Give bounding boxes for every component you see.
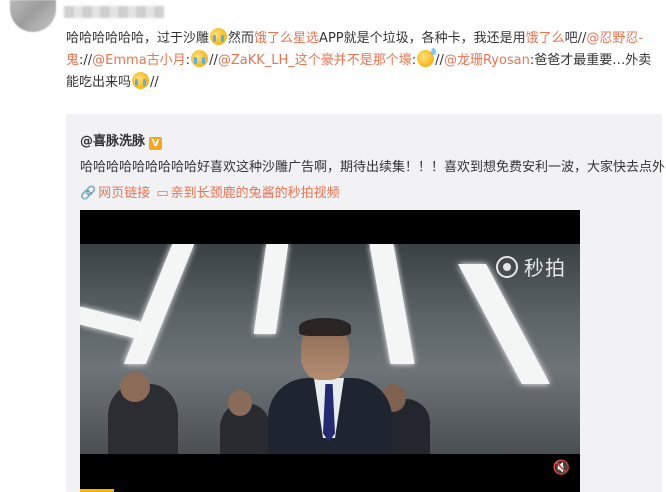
post-text-part: ://	[79, 53, 93, 68]
repost-author: @喜脉洗脉 V	[80, 130, 163, 150]
avatar[interactable]	[10, 0, 56, 32]
username-blurred[interactable]	[64, 6, 164, 18]
post-text-part: //	[209, 53, 218, 68]
post-text-part: :	[185, 53, 191, 68]
post-text-part: 哈哈哈哈哈哈，过于沙雕	[66, 31, 210, 46]
post-content: 哈哈哈哈哈哈，过于沙雕 然而饿了么星选APP就是个垃圾，各种卡，我还是用饿了么吧/…	[66, 28, 658, 94]
video-icon: ▭	[156, 186, 169, 201]
post-text-part: //	[435, 53, 444, 68]
video-frame[interactable]: 秒拍	[80, 244, 580, 454]
link-icon: 🔗	[80, 186, 97, 201]
mention-link[interactable]: @Emma古小月	[92, 53, 186, 68]
post-text-part: 吧//	[564, 31, 587, 46]
mute-icon[interactable]: 🔇	[553, 460, 570, 476]
web-link[interactable]: 网页链接	[98, 186, 150, 201]
camera-icon	[496, 256, 518, 278]
video-subject	[268, 292, 392, 454]
watermark-text: 秒拍	[524, 256, 566, 280]
post-text-part: APP就是个垃圾，各种卡，我还是用	[319, 31, 526, 46]
post-text-part: :	[411, 53, 417, 68]
repost-text: 哈哈哈哈哈哈哈哈哈好喜欢这种沙雕广告啊，期待出续集！！！喜欢到想免费安利一波，大…	[80, 160, 666, 175]
crying-laugh-emoji-icon	[210, 28, 228, 45]
repost-author-name[interactable]: @喜脉洗脉	[80, 134, 145, 149]
mention-link[interactable]: @ZaKK_LH_这个豪并不是那个壕	[218, 53, 412, 68]
crying-laugh-emoji-icon	[132, 72, 150, 89]
video-link[interactable]: 亲到长颈鹿的兔酱的秒拍视频	[171, 186, 340, 201]
mention-link[interactable]: @龙珊Ryosan	[444, 53, 530, 68]
post-text-part: 然而	[228, 31, 255, 46]
post-text-part: //	[150, 75, 159, 90]
repost-links: 🔗 网页链接 ▭ 亲到长颈鹿的兔酱的秒拍视频	[80, 182, 342, 201]
brand-link[interactable]: 饿了么星选	[254, 31, 319, 46]
verified-badge-icon: V	[149, 137, 163, 150]
crying-laugh-emoji-icon	[191, 50, 209, 67]
miaopai-watermark: 秒拍	[496, 252, 566, 281]
video-controls: 🔇	[80, 454, 580, 492]
sweat-emoji-icon	[417, 48, 437, 67]
brand-link[interactable]: 饿了么	[526, 31, 565, 46]
video-player[interactable]: 秒拍 🔇	[80, 210, 580, 492]
